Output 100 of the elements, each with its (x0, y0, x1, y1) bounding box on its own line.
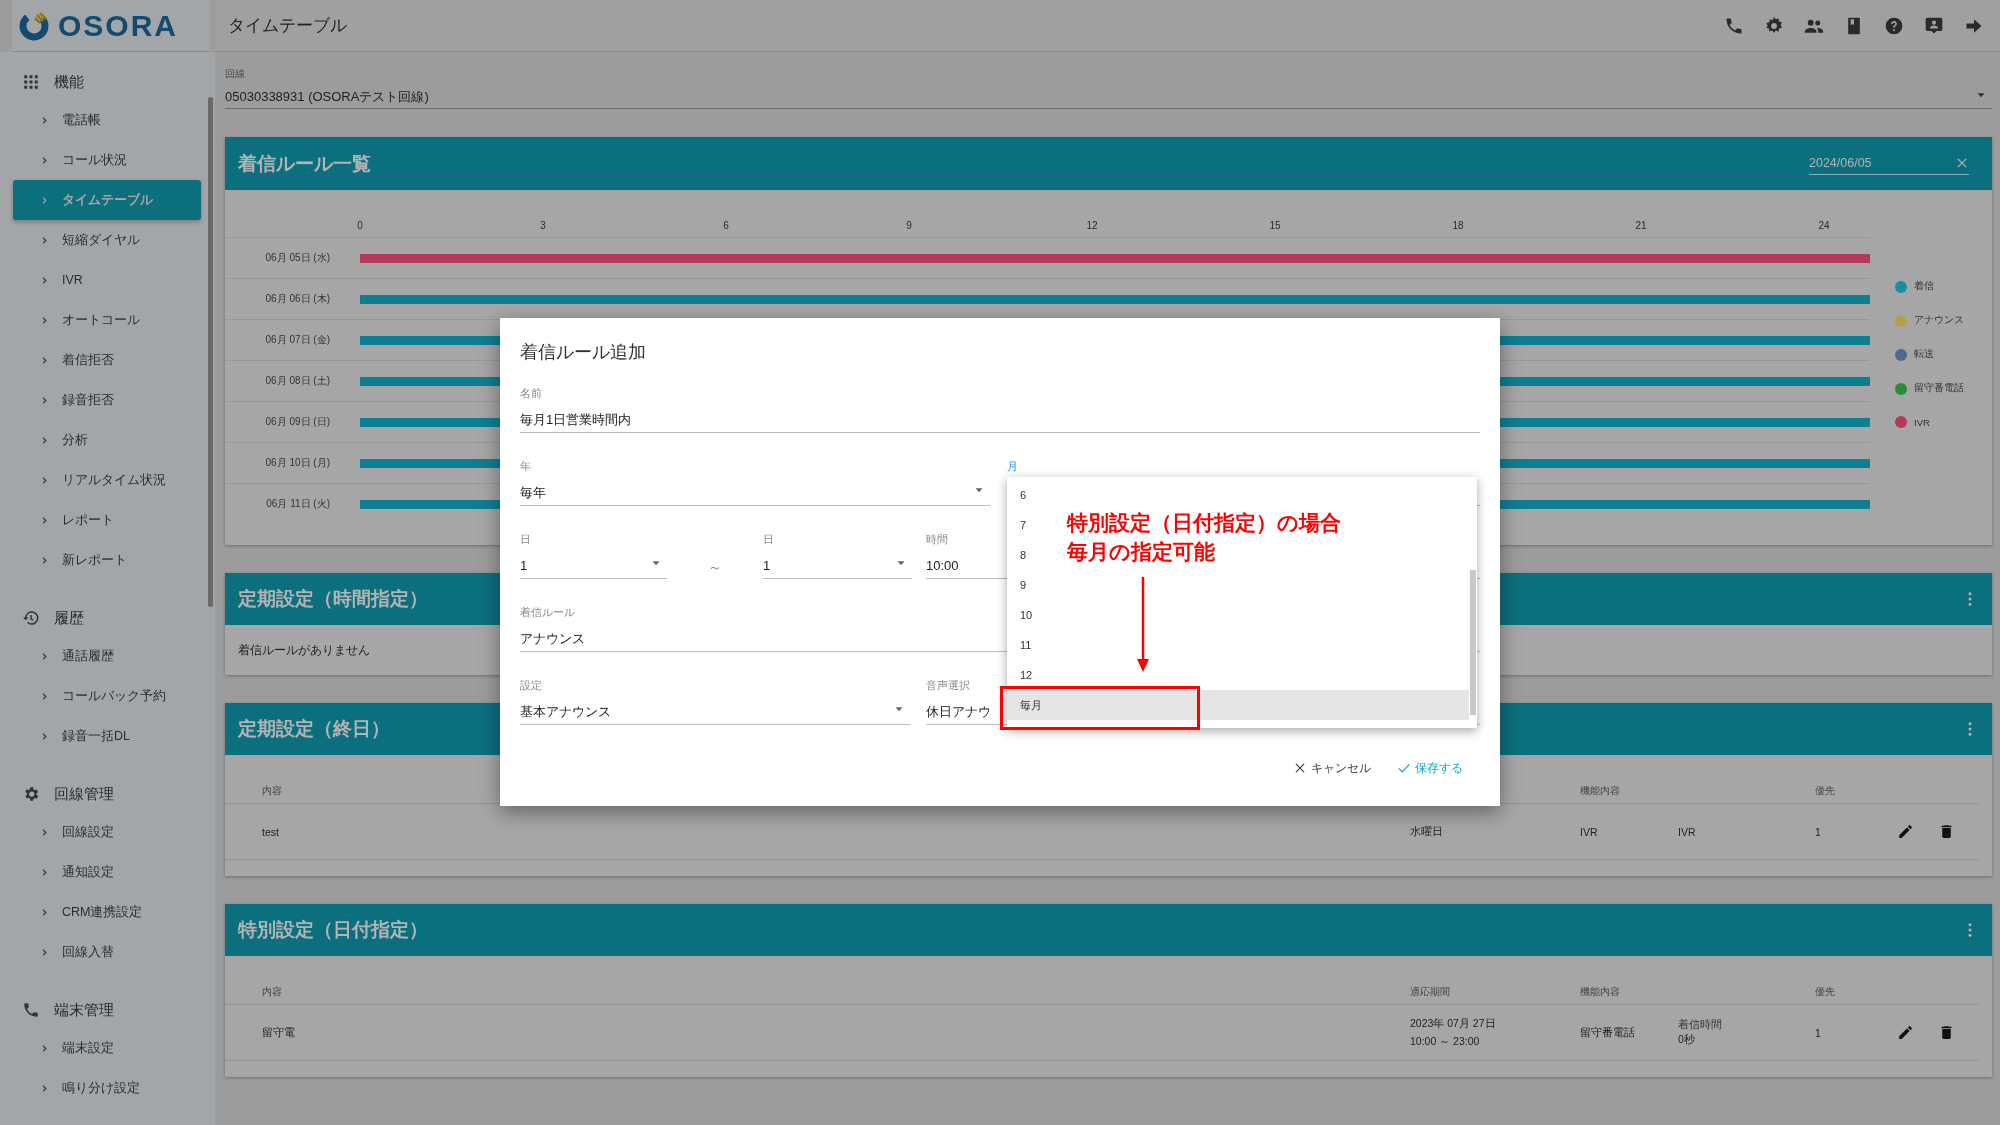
scrollbar[interactable] (1470, 570, 1476, 715)
section-heading: 履歴 (54, 608, 84, 628)
page-title: タイムテーブル (228, 15, 348, 37)
field-label: 年 (520, 459, 531, 473)
sidebar-item[interactable]: 着信拒否 (13, 340, 201, 380)
sidebar-item[interactable]: IVR (13, 260, 201, 300)
sidebar-item[interactable]: 録音一括DL (13, 716, 201, 756)
line-select[interactable]: 回線 05030338931 (OSORAテスト回線) (225, 52, 1992, 109)
date-label: 06月 10日 (月) (264, 456, 330, 470)
field-value: 10:00 (926, 557, 959, 575)
axis-label: 0 (357, 220, 363, 231)
date-label: 06月 05日 (水) (264, 251, 330, 265)
sidebar-item[interactable]: 録音拒否 (13, 380, 201, 420)
legend-label: IVR (1914, 416, 1930, 428)
menu-item[interactable]: 7 (1007, 510, 1047, 540)
column-header: 機能内容 (1580, 784, 1621, 798)
table-cell-text: 留守番電話 (1580, 1025, 1636, 1040)
settings-icon (22, 785, 40, 803)
edit-icon[interactable] (1897, 1024, 1914, 1041)
menu-item[interactable]: 6 (1007, 480, 1047, 510)
edit-icon[interactable] (1897, 823, 1914, 840)
apps-icon (22, 73, 40, 91)
menu-item[interactable]: 毎月 (1007, 690, 1469, 720)
table-cell-text: 1 (1815, 825, 1822, 838)
date-label: 06月 08日 (土) (264, 374, 330, 388)
sidebar-item[interactable]: コールバック予約 (13, 676, 201, 716)
table-cell-text: 水曜日 (1410, 824, 1444, 839)
table-cell-text: 10:00 ～ 23:00 (1410, 1034, 1481, 1049)
menu-item[interactable]: 8 (1007, 540, 1047, 570)
field-label: 着信ルール (520, 605, 575, 619)
sidebar-item[interactable]: オートコール (13, 300, 201, 340)
axis-label: 6 (723, 220, 729, 231)
axis-label: 24 (1818, 220, 1830, 231)
axis-label: 9 (906, 220, 912, 231)
select-field[interactable]: 日 1 (763, 532, 912, 579)
table-cell-text: IVR (1580, 825, 1599, 838)
annotation-text: 毎月の指定可能 (1067, 539, 1215, 565)
table-cell-text: 0秒 (1678, 1033, 1696, 1047)
field-label: 日 (763, 532, 774, 546)
sidebar-item[interactable]: リアルタイム状況 (13, 460, 201, 500)
scrollbar[interactable] (208, 97, 213, 607)
column-header: 優先 (1815, 784, 1836, 798)
menu-item[interactable]: 12 (1007, 660, 1053, 690)
column-header: 内容 (262, 784, 283, 798)
sidebar-item[interactable]: 新レポート (13, 540, 201, 580)
column-header: 適応期間 (1410, 985, 1451, 999)
axis-label: 21 (1635, 220, 1647, 231)
sidebar-item[interactable]: 通知設定 (13, 852, 201, 892)
column-header: 機能内容 (1580, 985, 1621, 999)
sidebar-item[interactable]: 電話帳 (13, 100, 201, 140)
cancel-button[interactable]: キャンセル (1291, 756, 1373, 780)
select-field[interactable]: 年 毎年 (520, 459, 990, 506)
sidebar-item[interactable]: レポート (13, 500, 201, 540)
legend-label: アナウンス (1914, 314, 1964, 327)
axis-label: 12 (1086, 220, 1098, 231)
sidebar-item[interactable]: 通話履歴 (13, 636, 201, 676)
help-icon[interactable] (1884, 15, 1904, 36)
menu-item[interactable]: 9 (1007, 570, 1047, 600)
select-field[interactable]: 日 1 (520, 532, 667, 579)
legend-label: 着信 (1914, 280, 1934, 293)
axis-label: 15 (1269, 220, 1281, 231)
annotation-text: 特別設定（日付指定）の場合 (1067, 510, 1341, 536)
field-label: 音声選択 (926, 678, 970, 692)
legend-label: 留守番電話 (1914, 382, 1964, 395)
axis-label: 18 (1452, 220, 1464, 231)
date-label: 06月 11日 (火) (265, 497, 330, 511)
sidebar-item[interactable]: 回線入替 (13, 932, 201, 972)
section-heading: 回線管理 (54, 784, 114, 804)
close-icon (1293, 761, 1307, 775)
sidebar-item[interactable]: CRM連携設定 (13, 892, 201, 932)
close-icon[interactable] (1955, 156, 1969, 170)
field-label: 月 (1007, 459, 1018, 473)
card-title: 定期設定（終日） (238, 717, 391, 741)
field-value: 毎年 (520, 484, 546, 502)
field-value: 基本アナウンス (520, 703, 611, 721)
check-icon (1397, 761, 1411, 775)
field-label: 回線 (225, 67, 246, 80)
card-title: 着信ルール一覧 (238, 151, 372, 176)
section-heading: 機能 (54, 72, 84, 92)
axis-label: 3 (540, 220, 546, 231)
sidebar-item[interactable]: 回線設定 (13, 812, 201, 852)
field-label: 時間 (926, 532, 948, 546)
history-icon (22, 609, 40, 627)
section-heading: 端末管理 (54, 1000, 114, 1020)
card-title: 特別設定（日付指定） (238, 918, 429, 942)
sidebar-item[interactable]: コール状況 (13, 140, 201, 180)
select-field[interactable]: 設定 基本アナウンス (520, 678, 910, 725)
column-header: 優先 (1815, 985, 1836, 999)
input-field[interactable]: 名前 毎月1日営業時間内 (520, 386, 1480, 433)
date-label: 06月 09日 (日) (264, 415, 330, 429)
cell-caption: 着信時間 (1678, 1018, 1723, 1032)
sidebar-item[interactable]: 鳴り分け設定 (13, 1068, 201, 1108)
empty-message: 着信ルールがありません (238, 641, 370, 659)
contact-card-icon[interactable] (1924, 15, 1944, 36)
logo-icon (18, 9, 50, 42)
sidebar-item[interactable]: 分析 (13, 420, 201, 460)
sidebar-item[interactable]: 短縮ダイヤル (13, 220, 201, 260)
sidebar-item[interactable]: 端末設定 (13, 1028, 201, 1068)
column-header: 内容 (262, 985, 283, 999)
table-cell-text: IVR (1678, 825, 1697, 838)
